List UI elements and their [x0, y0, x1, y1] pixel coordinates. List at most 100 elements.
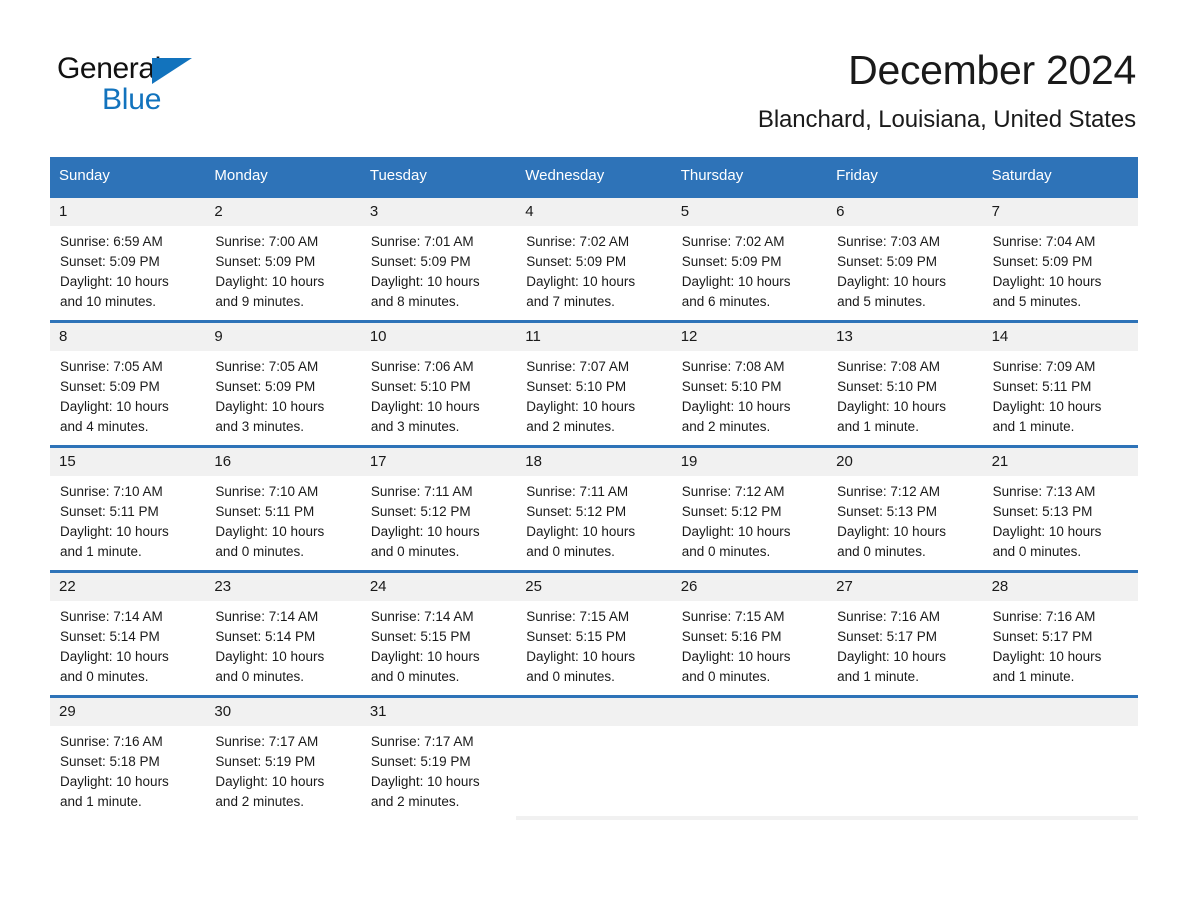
day-details: Sunrise: 7:16 AM Sunset: 5:17 PM Daylight:…: [827, 601, 983, 695]
daylight-line-2: and 2 minutes.: [681, 419, 771, 434]
sunrise-line: Sunrise: 7:00 AM: [215, 234, 319, 249]
sunrise-line: Sunrise: 7:13 AM: [992, 484, 1096, 499]
day-number: 23: [214, 578, 232, 595]
weekday-header-wednesday: Wednesday: [525, 167, 605, 184]
daylight-line-1: Daylight: 10 hours: [60, 649, 169, 664]
sunset-line: Sunset: 5:15 PM: [526, 629, 627, 644]
day-number: 2: [214, 203, 223, 220]
day-cell[interactable]: 27 Sunrise: 7:16 AM Sunset: 5:17 PM Dayligh…: [827, 573, 983, 695]
day-cell[interactable]: 30 Sunrise: 7:17 AM Sunset: 5:19 PM Dayligh…: [205, 698, 361, 820]
sunrise-line: Sunrise: 7:02 AM: [681, 234, 785, 249]
daylight-line-2: and 0 minutes.: [370, 544, 460, 559]
sunrise-line: Sunrise: 7:17 AM: [215, 734, 319, 749]
day-number: 30: [214, 703, 232, 720]
weekday-header-tuesday: Tuesday: [369, 167, 427, 184]
day-cell-empty: [982, 698, 1138, 820]
day-cell[interactable]: 15 Sunrise: 7:10 AM Sunset: 5:11 PM Dayligh…: [50, 448, 206, 570]
sunrise-line: Sunrise: 7:12 AM: [681, 484, 785, 499]
day-cell[interactable]: 13 Sunrise: 7:08 AM Sunset: 5:10 PM Dayligh…: [827, 323, 983, 445]
sunrise-line: Sunrise: 7:01 AM: [370, 234, 474, 249]
day-details: Sunrise: 7:08 AM Sunset: 5:10 PM Daylight:…: [827, 351, 983, 445]
day-number: 14: [991, 328, 1009, 345]
day-cell[interactable]: 26 Sunrise: 7:15 AM Sunset: 5:16 PM Dayligh…: [671, 573, 828, 695]
week-row: 8 Sunrise: 7:05 AM Sunset: 5:09 PM Daylight…: [50, 320, 1138, 445]
daylight-line-2: and 0 minutes.: [837, 544, 926, 559]
day-number: 25: [525, 578, 542, 595]
day-number: [672, 698, 827, 726]
day-cell[interactable]: 22 Sunrise: 7:14 AM Sunset: 5:14 PM Dayligh…: [50, 573, 206, 695]
day-cell-empty: [827, 698, 983, 820]
day-cell[interactable]: 6 Sunrise: 7:03 AM Sunset: 5:09 PM Daylight…: [827, 198, 983, 320]
calendar-page: General Blue December 2024 Blanchard, Lo…: [0, 0, 1188, 918]
daylight-line-1: Daylight: 10 hours: [60, 524, 169, 539]
day-cell[interactable]: 3 Sunrise: 7:01 AM Sunset: 5:09 PM Daylight…: [360, 198, 517, 320]
day-cell[interactable]: 7 Sunrise: 7:04 AM Sunset: 5:09 PM Daylight…: [982, 198, 1138, 320]
day-number: 22: [59, 578, 76, 595]
sunrise-line: Sunrise: 7:04 AM: [992, 234, 1096, 249]
day-cell[interactable]: 2 Sunrise: 7:00 AM Sunset: 5:09 PM Daylight…: [205, 198, 361, 320]
sunset-line: Sunset: 5:17 PM: [992, 629, 1093, 644]
day-details: Sunrise: 7:01 AM Sunset: 5:09 PM Daylight:…: [360, 226, 517, 320]
generalblue-logo[interactable]: General Blue: [57, 52, 287, 116]
day-details: Sunrise: 7:15 AM Sunset: 5:15 PM Daylight:…: [516, 601, 672, 695]
day-details: Sunrise: 6:59 AM Sunset: 5:09 PM Daylight:…: [50, 226, 206, 320]
day-cell[interactable]: 28 Sunrise: 7:16 AM Sunset: 5:17 PM Dayligh…: [982, 573, 1138, 695]
day-cell[interactable]: 19 Sunrise: 7:12 AM Sunset: 5:12 PM Dayligh…: [671, 448, 828, 570]
daylight-line-1: Daylight: 10 hours: [681, 399, 791, 414]
sunset-line: Sunset: 5:11 PM: [215, 504, 315, 519]
daylight-line-2: and 5 minutes.: [837, 294, 926, 309]
logo-top-row: General: [57, 52, 287, 86]
day-cell[interactable]: 11 Sunrise: 7:07 AM Sunset: 5:10 PM Dayligh…: [516, 323, 672, 445]
daylight-line-2: and 0 minutes.: [215, 544, 304, 559]
day-cell[interactable]: 21 Sunrise: 7:13 AM Sunset: 5:13 PM Dayligh…: [982, 448, 1138, 570]
day-cell[interactable]: 14 Sunrise: 7:09 AM Sunset: 5:11 PM Dayligh…: [982, 323, 1138, 445]
weekday-header-sunday: Sunday: [59, 167, 110, 184]
sunrise-line: Sunrise: 7:02 AM: [526, 234, 630, 249]
day-cell[interactable]: 17 Sunrise: 7:11 AM Sunset: 5:12 PM Dayligh…: [360, 448, 517, 570]
day-cell[interactable]: 5 Sunrise: 7:02 AM Sunset: 5:09 PM Daylight…: [671, 198, 828, 320]
sunset-line: Sunset: 5:10 PM: [526, 379, 627, 394]
day-cell[interactable]: 25 Sunrise: 7:15 AM Sunset: 5:15 PM Dayligh…: [516, 573, 672, 695]
daylight-line-1: Daylight: 10 hours: [681, 274, 791, 289]
sunrise-line: Sunrise: 7:10 AM: [215, 484, 319, 499]
day-details: Sunrise: 7:17 AM Sunset: 5:19 PM Daylight:…: [205, 726, 361, 820]
daylight-line-2: and 8 minutes.: [370, 294, 460, 309]
sunset-line: Sunset: 5:19 PM: [215, 754, 316, 769]
daylight-line-2: and 0 minutes.: [526, 544, 615, 559]
day-cell[interactable]: 23 Sunrise: 7:14 AM Sunset: 5:14 PM Dayligh…: [205, 573, 361, 695]
day-details: [671, 726, 828, 816]
daylight-line-2: and 3 minutes.: [215, 419, 304, 434]
daylight-line-2: and 3 minutes.: [370, 419, 460, 434]
day-cell[interactable]: 29 Sunrise: 7:16 AM Sunset: 5:18 PM Dayligh…: [50, 698, 206, 820]
day-details: Sunrise: 7:07 AM Sunset: 5:10 PM Daylight:…: [516, 351, 672, 445]
day-cell[interactable]: 8 Sunrise: 7:05 AM Sunset: 5:09 PM Daylight…: [50, 323, 206, 445]
daylight-line-2: and 0 minutes.: [681, 544, 771, 559]
daylight-line-2: and 9 minutes.: [215, 294, 304, 309]
day-cell[interactable]: 20 Sunrise: 7:12 AM Sunset: 5:13 PM Dayligh…: [827, 448, 983, 570]
day-cell[interactable]: 4 Sunrise: 7:02 AM Sunset: 5:09 PM Daylight…: [516, 198, 672, 320]
day-details: [827, 726, 983, 816]
daylight-line-2: and 4 minutes.: [60, 419, 149, 434]
day-number: 4: [525, 203, 534, 220]
daylight-line-2: and 1 minute.: [60, 544, 142, 559]
day-cell[interactable]: 10 Sunrise: 7:06 AM Sunset: 5:10 PM Dayligh…: [360, 323, 517, 445]
day-cell[interactable]: 18 Sunrise: 7:11 AM Sunset: 5:12 PM Dayligh…: [516, 448, 672, 570]
daylight-line-2: and 1 minute.: [60, 794, 142, 809]
sunrise-line: Sunrise: 7:12 AM: [837, 484, 940, 499]
sunrise-line: Sunrise: 7:14 AM: [370, 609, 474, 624]
day-cell[interactable]: 24 Sunrise: 7:14 AM Sunset: 5:15 PM Dayligh…: [360, 573, 517, 695]
day-cell[interactable]: 16 Sunrise: 7:10 AM Sunset: 5:11 PM Dayligh…: [205, 448, 361, 570]
day-cell[interactable]: 1 Sunrise: 6:59 AM Sunset: 5:09 PM Daylight…: [50, 198, 206, 320]
daylight-line-1: Daylight: 10 hours: [526, 274, 636, 289]
day-details: [982, 726, 1138, 816]
day-cell[interactable]: 31 Sunrise: 7:17 AM Sunset: 5:19 PM Dayligh…: [360, 698, 517, 820]
page-title: December 2024: [848, 47, 1136, 93]
sunrise-line: Sunrise: 7:07 AM: [526, 359, 630, 374]
day-cell[interactable]: 9 Sunrise: 7:05 AM Sunset: 5:09 PM Daylight…: [205, 323, 361, 445]
daylight-line-2: and 0 minutes.: [526, 669, 615, 684]
daylight-line-2: and 0 minutes.: [370, 669, 460, 684]
daylight-line-1: Daylight: 10 hours: [992, 274, 1102, 289]
day-number: 9: [214, 328, 223, 345]
daylight-line-1: Daylight: 10 hours: [992, 524, 1102, 539]
day-cell[interactable]: 12 Sunrise: 7:08 AM Sunset: 5:10 PM Dayligh…: [671, 323, 828, 445]
